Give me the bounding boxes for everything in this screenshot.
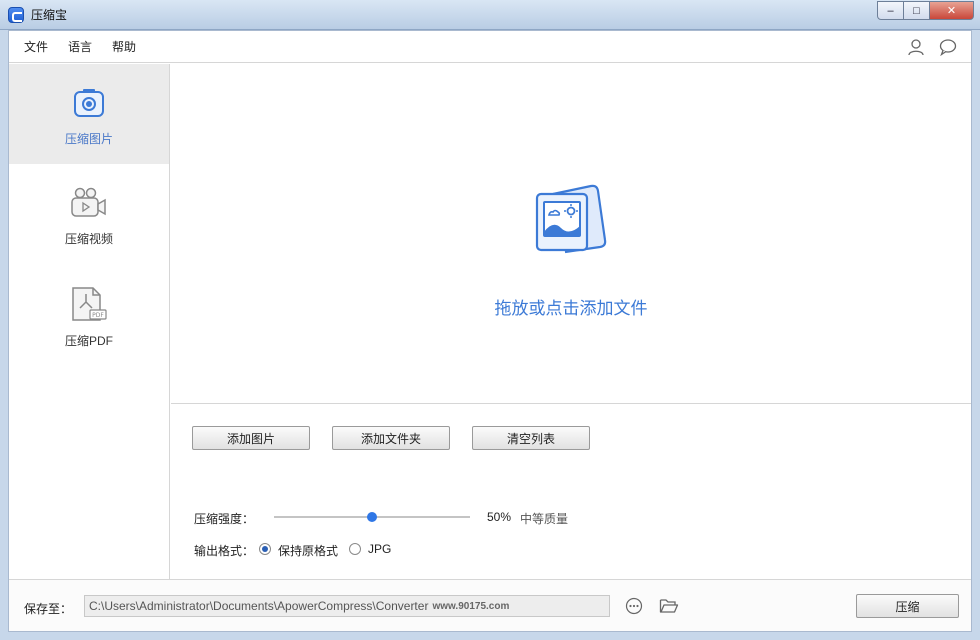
compression-slider-thumb[interactable] [367, 512, 377, 522]
more-options-icon[interactable] [625, 597, 643, 615]
options-panel: 添加图片 添加文件夹 清空列表 压缩强度： 50% 中等质量 输出格式： 保持原… [171, 405, 971, 579]
sidebar: 压缩图片 压缩视频 PDF 压缩PDF [9, 64, 170, 579]
clear-list-button[interactable]: 清空列表 [472, 426, 590, 450]
user-icon[interactable] [907, 38, 925, 56]
compress-button[interactable]: 压缩 [856, 594, 959, 618]
add-image-button[interactable]: 添加图片 [192, 426, 310, 450]
close-icon: ✕ [946, 5, 957, 17]
menu-item-file[interactable]: 文件 [24, 38, 48, 55]
sidebar-item-label: 压缩PDF [64, 334, 113, 348]
close-button[interactable]: ✕ [930, 1, 974, 20]
maximize-icon: □ [913, 4, 920, 17]
save-location-bar: 保存至： C:\Users\Administrator\Documents\Ap… [9, 579, 971, 631]
camera-icon [74, 89, 104, 117]
menu-icon-group [907, 38, 957, 56]
drop-zone-text: 拖放或点击添加文件 [494, 299, 648, 318]
pdf-file-icon: PDF [72, 287, 107, 321]
window-title: 压缩宝 [31, 8, 68, 22]
compression-quality-text: 中等质量 [520, 512, 569, 526]
sidebar-item-compress-image[interactable]: 压缩图片 [9, 64, 169, 164]
file-drop-zone[interactable]: 拖放或点击添加文件 [171, 64, 971, 404]
app-logo-icon [8, 6, 24, 23]
menu-bar: 文件 语言 帮助 [9, 31, 971, 63]
radio-label-jpg[interactable]: JPG [368, 542, 391, 556]
window-titlebar[interactable]: 压缩宝 – □ ✕ [0, 0, 980, 30]
app-client-area: 文件 语言 帮助 压缩图片 压缩视频 PDF 压缩PDF 拖放或点击添加文件 添… [8, 30, 972, 632]
menu-item-language[interactable]: 语言 [68, 38, 92, 55]
menu-item-help[interactable]: 帮助 [112, 38, 136, 55]
chat-bubble-icon[interactable] [939, 38, 957, 56]
radio-keep-original-format[interactable] [259, 543, 271, 555]
video-camera-icon [71, 187, 106, 217]
image-stack-icon [535, 184, 607, 254]
sidebar-item-compress-pdf[interactable]: PDF 压缩PDF [9, 264, 169, 364]
sidebar-item-label: 压缩图片 [64, 132, 113, 146]
save-path-input[interactable]: C:\Users\Administrator\Documents\ApowerC… [84, 595, 610, 617]
save-to-label: 保存至： [24, 602, 73, 616]
sidebar-item-label: 压缩视频 [64, 232, 113, 246]
sidebar-item-compress-video[interactable]: 压缩视频 [9, 164, 169, 264]
folder-open-icon[interactable] [659, 597, 679, 615]
window-controls: – □ ✕ [877, 1, 974, 20]
maximize-button[interactable]: □ [904, 1, 930, 20]
compression-percent-value: 50% [487, 510, 512, 524]
radio-label-keep-original[interactable]: 保持原格式 [278, 542, 338, 559]
radio-jpg-format[interactable] [349, 543, 361, 555]
save-path-text: C:\Users\Administrator\Documents\ApowerC… [89, 599, 429, 613]
svg-text:PDF: PDF [92, 312, 104, 319]
output-format-label: 输出格式： [194, 544, 255, 558]
minimize-button[interactable]: – [877, 1, 904, 20]
add-folder-button[interactable]: 添加文件夹 [332, 426, 450, 450]
minimize-icon: – [887, 4, 894, 17]
compression-strength-label: 压缩强度： [194, 512, 255, 526]
watermark-text: www.90175.com [432, 600, 510, 612]
